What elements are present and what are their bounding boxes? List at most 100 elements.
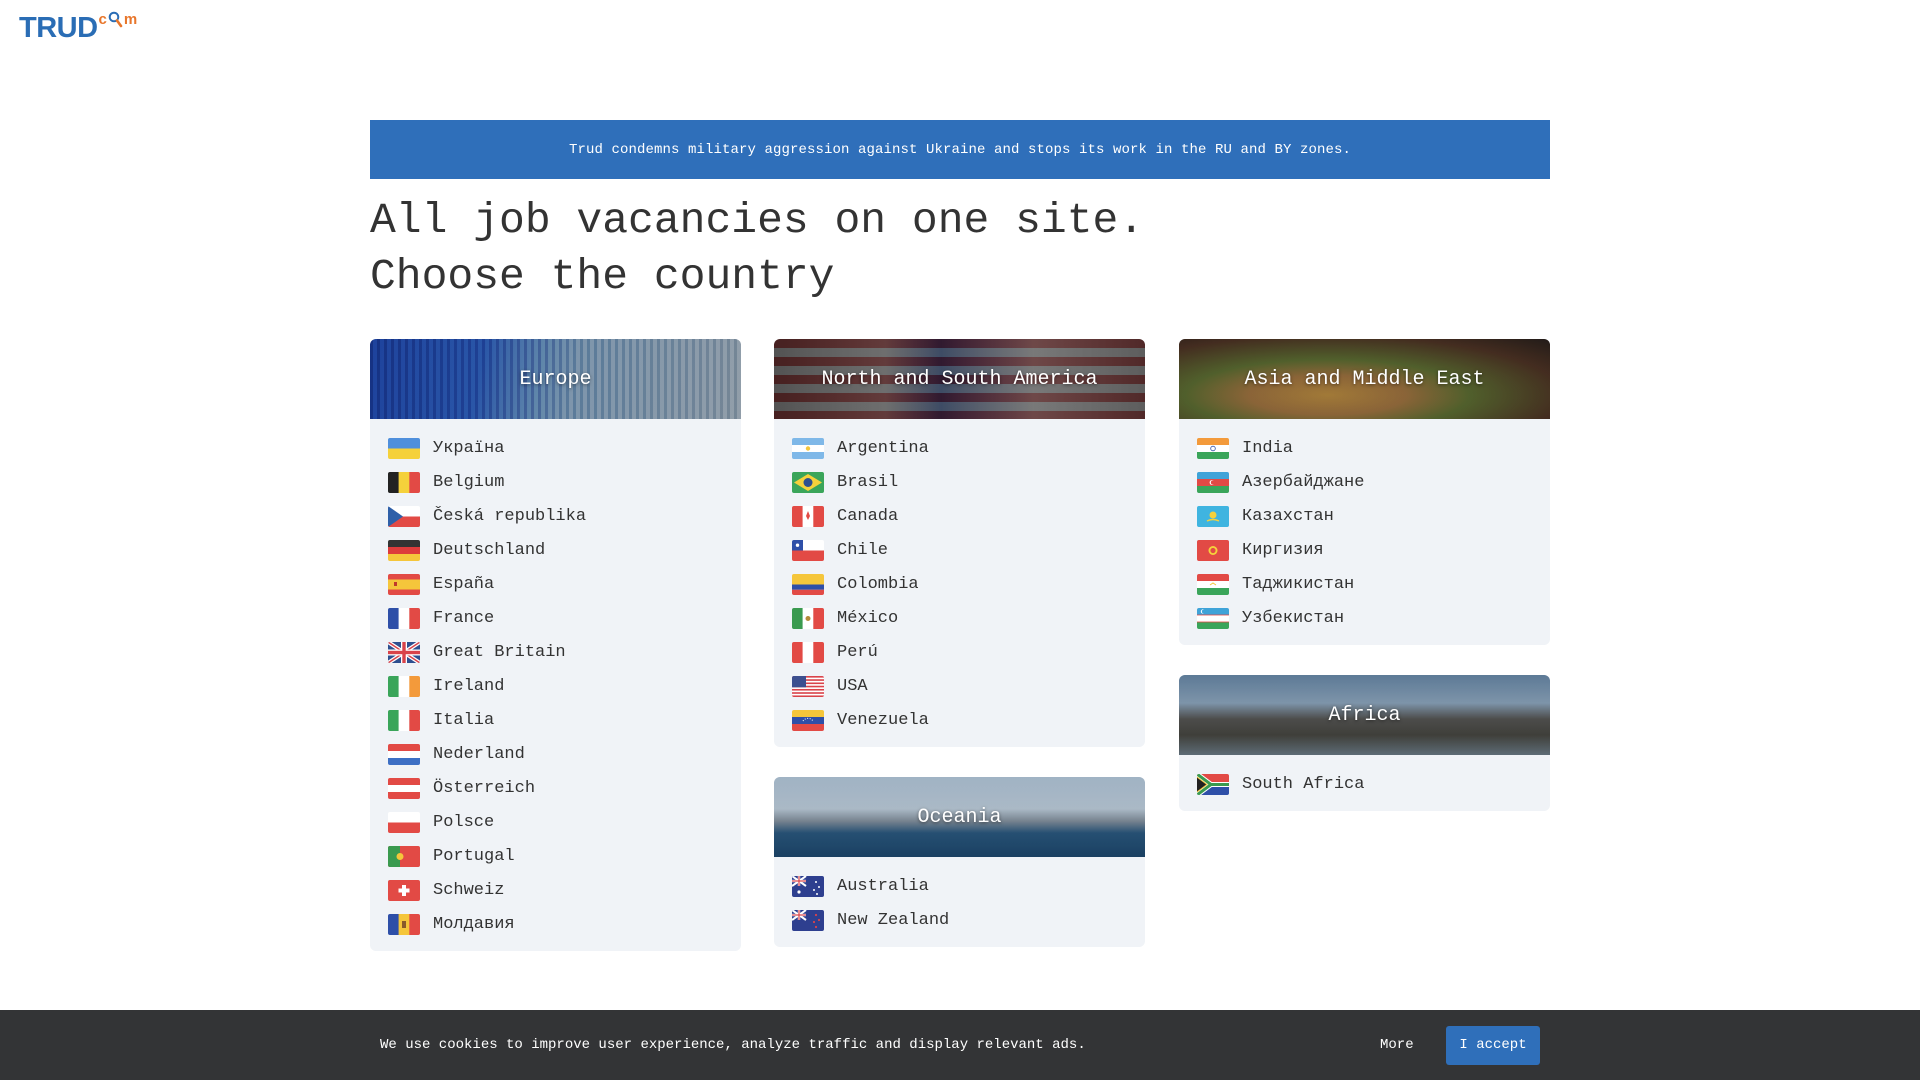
country-link[interactable]: Österreich <box>388 771 723 805</box>
flag-icon <box>1197 471 1229 493</box>
region-card-europe: Europe Україна Belgium Česká republika Deut… <box>370 339 741 951</box>
region-header-america: North and South America <box>774 339 1145 419</box>
country-link[interactable]: New Zealand <box>792 903 1127 937</box>
country-link[interactable]: Deutschland <box>388 533 723 567</box>
region-header-europe: Europe <box>370 339 741 419</box>
country-name: Nederland <box>433 744 525 764</box>
flag-icon <box>792 875 824 897</box>
flag-icon <box>792 539 824 561</box>
country-link[interactable]: Таджикистан <box>1197 567 1532 601</box>
country-link[interactable]: Canada <box>792 499 1127 533</box>
region-title: Asia and Middle East <box>1244 367 1485 391</box>
country-link[interactable]: Молдавия <box>388 907 723 941</box>
country-name: Таджикистан <box>1242 574 1355 594</box>
country-name: Chile <box>837 540 889 560</box>
column-middle: North and South America Argentina Brasil C… <box>774 339 1145 977</box>
country-list: Україна Belgium Česká republika Deutschland… <box>370 419 741 951</box>
flag-icon <box>388 505 420 527</box>
country-name: Азербайджане <box>1242 472 1365 492</box>
flag-icon <box>792 471 824 493</box>
flag-icon <box>1197 773 1229 795</box>
country-link[interactable]: Portugal <box>388 839 723 873</box>
region-header-asia: Asia and Middle East <box>1179 339 1550 419</box>
cookie-consent-bar: We use cookies to improve user experienc… <box>0 1010 1920 1080</box>
region-card-oceania: Oceania Australia New Zealand <box>774 777 1145 947</box>
country-name: India <box>1242 438 1294 458</box>
cookie-accept-button[interactable]: I accept <box>1446 1025 1540 1065</box>
flag-icon <box>388 539 420 561</box>
country-link[interactable]: Узбекистан <box>1197 601 1532 635</box>
flag-icon <box>388 675 420 697</box>
flag-icon <box>792 909 824 931</box>
flag-icon <box>388 811 420 833</box>
country-name: Узбекистан <box>1242 608 1345 628</box>
country-link[interactable]: Colombia <box>792 567 1127 601</box>
region-card-asia: Asia and Middle East India Азербайджане Ка… <box>1179 339 1550 645</box>
country-link[interactable]: Argentina <box>792 431 1127 465</box>
country-name: Österreich <box>433 778 536 798</box>
country-link[interactable]: Česká republika <box>388 499 723 533</box>
country-link[interactable]: Australia <box>792 869 1127 903</box>
flag-icon <box>1197 573 1229 595</box>
country-link[interactable]: Polsce <box>388 805 723 839</box>
logo-m: m <box>123 11 138 28</box>
country-link[interactable]: Азербайджане <box>1197 465 1532 499</box>
flag-icon <box>1197 437 1229 459</box>
cookie-message: We use cookies to improve user experienc… <box>380 1037 1086 1053</box>
flag-icon <box>388 777 420 799</box>
logo-c: c <box>98 11 107 28</box>
logo-com-mark: c m <box>99 11 138 28</box>
country-link[interactable]: Киргизия <box>1197 533 1532 567</box>
flag-icon <box>792 607 824 629</box>
region-title: Europe <box>519 367 592 391</box>
country-list: South Africa <box>1179 755 1550 811</box>
country-link[interactable]: Belgium <box>388 465 723 499</box>
country-name: Australia <box>837 876 929 896</box>
country-name: Perú <box>837 642 878 662</box>
country-link[interactable]: USA <box>792 669 1127 703</box>
country-name: Argentina <box>837 438 929 458</box>
flag-icon <box>388 743 420 765</box>
trud-logo[interactable]: TRUD c m <box>19 10 137 46</box>
country-name: Belgium <box>433 472 505 492</box>
country-name: USA <box>837 676 868 696</box>
flag-icon <box>388 437 420 459</box>
flag-icon <box>388 879 420 901</box>
country-link[interactable]: España <box>388 567 723 601</box>
country-name: Colombia <box>837 574 919 594</box>
country-link[interactable]: France <box>388 601 723 635</box>
country-name: France <box>433 608 495 628</box>
flag-icon <box>388 471 420 493</box>
country-link[interactable]: Venezuela <box>792 703 1127 737</box>
country-link[interactable]: Nederland <box>388 737 723 771</box>
flag-icon <box>388 913 420 935</box>
flag-icon <box>388 573 420 595</box>
country-link[interactable]: India <box>1197 431 1532 465</box>
country-link[interactable]: Казахстан <box>1197 499 1532 533</box>
country-name: Polsce <box>433 812 495 832</box>
cookie-more-link[interactable]: More <box>1380 1037 1414 1053</box>
country-link[interactable]: Great Britain <box>388 635 723 669</box>
page-title-line1: All job vacancies on one site. <box>370 196 1145 245</box>
country-link[interactable]: Україна <box>388 431 723 465</box>
country-name: Portugal <box>433 846 515 866</box>
country-link[interactable]: Perú <box>792 635 1127 669</box>
region-card-africa: Africa South Africa <box>1179 675 1550 811</box>
country-link[interactable]: Schweiz <box>388 873 723 907</box>
country-list: Argentina Brasil Canada Chile Colombia México… <box>774 419 1145 747</box>
country-name: New Zealand <box>837 910 950 930</box>
flag-icon <box>792 573 824 595</box>
country-name: Deutschland <box>433 540 546 560</box>
country-link[interactable]: Chile <box>792 533 1127 567</box>
country-link[interactable]: South Africa <box>1197 767 1532 801</box>
flag-icon <box>388 607 420 629</box>
country-link[interactable]: Ireland <box>388 669 723 703</box>
country-name: Česká republika <box>433 506 587 526</box>
main-container: Trud condemns military aggression agains… <box>370 120 1550 989</box>
country-link[interactable]: Italia <box>388 703 723 737</box>
country-link[interactable]: Brasil <box>792 465 1127 499</box>
region-header-africa: Africa <box>1179 675 1550 755</box>
country-link[interactable]: México <box>792 601 1127 635</box>
ukraine-notice-banner: Trud condemns military aggression agains… <box>370 120 1550 179</box>
flag-icon <box>792 641 824 663</box>
